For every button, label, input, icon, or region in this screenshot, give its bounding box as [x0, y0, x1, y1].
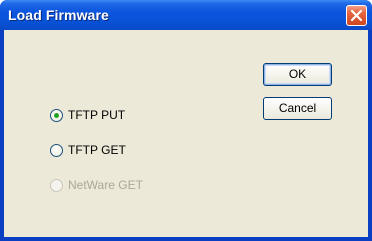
radio-label-netware-get: NetWare GET [68, 178, 143, 192]
title-bar[interactable]: Load Firmware [0, 0, 372, 30]
radio-label-tftp-put: TFTP PUT [68, 108, 126, 122]
close-icon [350, 9, 363, 22]
ok-button[interactable]: OK [263, 63, 332, 86]
radio-selected-dot [54, 113, 59, 118]
close-button[interactable] [346, 5, 367, 26]
cancel-button[interactable]: Cancel [263, 97, 332, 120]
dialog-body: OK Cancel TFTP PUT TFTP GET NetWare GET [4, 30, 368, 237]
radio-button-netware-get [50, 179, 63, 192]
window-title: Load Firmware [8, 7, 109, 23]
radio-button-tftp-put[interactable] [50, 109, 63, 122]
load-firmware-dialog: Load Firmware OK Cancel TFTP PUT TFTP GE… [0, 0, 372, 241]
radio-label-tftp-get: TFTP GET [68, 143, 126, 157]
radio-button-tftp-get[interactable] [50, 144, 63, 157]
